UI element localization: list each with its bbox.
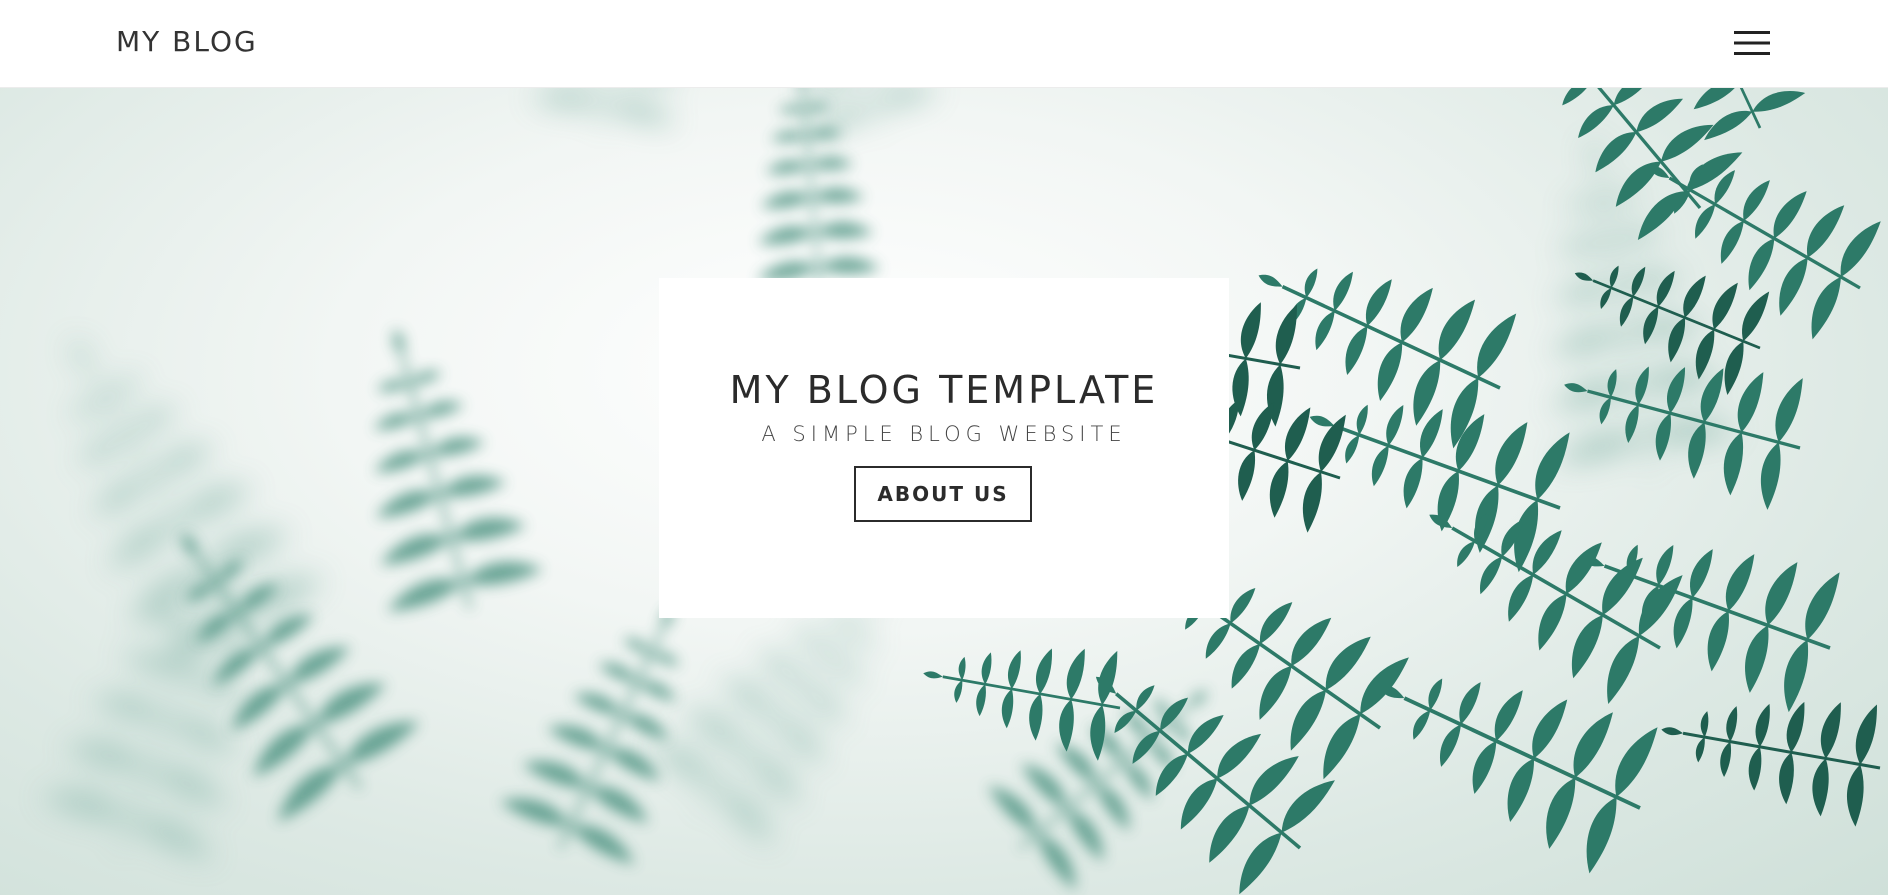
- hero-title: MY BLOG TEMPLATE: [729, 368, 1159, 412]
- hero-subtitle: A SIMPLE BLOG WEBSITE: [761, 422, 1127, 446]
- site-brand[interactable]: MY BLOG: [116, 24, 258, 60]
- top-navbar: MY BLOG: [0, 0, 1888, 88]
- about-us-button[interactable]: ABOUT US: [854, 466, 1032, 522]
- hero-section: MY BLOG TEMPLATE A SIMPLE BLOG WEBSITE A…: [0, 88, 1888, 895]
- menu-button[interactable]: [1727, 24, 1777, 62]
- hero-card: MY BLOG TEMPLATE A SIMPLE BLOG WEBSITE A…: [659, 278, 1229, 618]
- hamburger-menu-icon: [1734, 31, 1770, 55]
